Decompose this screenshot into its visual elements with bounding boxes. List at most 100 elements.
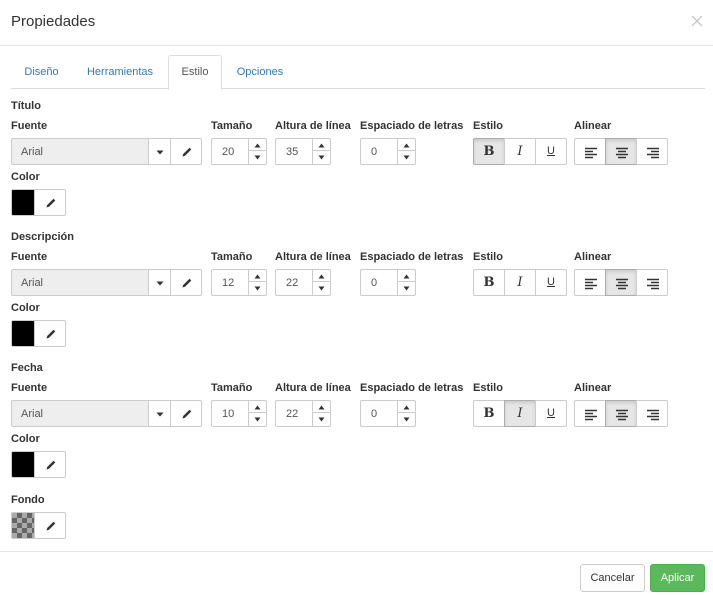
estilo-label: Estilo (473, 251, 503, 263)
section-1: Descripción Fuente Tamaño Altura de líne… (0, 228, 713, 353)
increment-button[interactable] (249, 401, 266, 413)
align-right-button[interactable] (636, 269, 668, 296)
altura-label: Altura de línea (275, 120, 351, 132)
bold-button[interactable]: B (473, 269, 505, 296)
decrement-button[interactable] (249, 282, 266, 295)
italic-button[interactable]: I (504, 400, 536, 427)
increment-button[interactable] (313, 270, 330, 282)
size-stepper-arrows (248, 139, 266, 164)
letter-spacing-stepper-arrows (397, 401, 415, 426)
tamano-label: Tamaño (211, 382, 253, 394)
align-left-button[interactable] (574, 269, 606, 296)
align-buttons (574, 400, 668, 427)
letter-spacing-stepper-arrows (397, 139, 415, 164)
altura-label: Altura de línea (275, 382, 351, 394)
color-edit-button[interactable] (34, 189, 66, 216)
align-right-button[interactable] (636, 400, 668, 427)
bold-button[interactable]: B (473, 400, 505, 427)
size-stepper-value: 12 (222, 277, 235, 289)
align-buttons (574, 138, 668, 165)
size-stepper-arrows (248, 401, 266, 426)
increment-button[interactable] (398, 139, 415, 151)
line-height-stepper-value: 22 (286, 408, 299, 420)
fondo-label: Fondo (11, 494, 45, 506)
section-2: Fecha Fuente Tamaño Altura de línea Espa… (0, 359, 713, 484)
increment-button[interactable] (398, 270, 415, 282)
increment-button[interactable] (249, 270, 266, 282)
increment-button[interactable] (313, 401, 330, 413)
color-label: Color (11, 302, 40, 314)
decrement-button[interactable] (313, 413, 330, 426)
tab-diseno[interactable]: Diseño (11, 55, 72, 89)
color-edit-button[interactable] (34, 320, 66, 347)
tab-opciones[interactable]: Opciones (226, 55, 294, 89)
section-title: Descripción (11, 231, 74, 243)
color-swatch[interactable] (11, 320, 35, 347)
decrement-button[interactable] (313, 282, 330, 295)
align-buttons (574, 269, 668, 296)
line-height-stepper[interactable]: 22 (275, 400, 331, 427)
underline-button[interactable]: U (535, 138, 567, 165)
increment-button[interactable] (249, 139, 266, 151)
background-swatch[interactable] (11, 512, 35, 539)
fuente-label: Fuente (11, 251, 48, 263)
letter-spacing-stepper[interactable]: 0 (360, 400, 416, 427)
increment-button[interactable] (313, 139, 330, 151)
size-stepper[interactable]: 10 (211, 400, 267, 427)
underline-button[interactable]: U (535, 400, 567, 427)
tamano-label: Tamaño (211, 120, 253, 132)
italic-button[interactable]: I (504, 138, 536, 165)
align-left-button[interactable] (574, 400, 606, 427)
letter-spacing-stepper-value: 0 (371, 408, 378, 420)
line-height-stepper[interactable]: 35 (275, 138, 331, 165)
estilo-label: Estilo (473, 120, 503, 132)
section-0: Título Fuente Tamaño Altura de línea Esp… (0, 97, 713, 222)
style-buttons: B I U (473, 269, 567, 296)
color-swatch[interactable] (11, 189, 35, 216)
line-height-stepper-value: 35 (286, 146, 299, 158)
close-icon[interactable] (689, 13, 705, 29)
altura-label: Altura de línea (275, 251, 351, 263)
size-stepper-arrows (248, 270, 266, 295)
decrement-button[interactable] (398, 151, 415, 164)
size-stepper-value: 20 (222, 146, 235, 158)
cancel-button[interactable]: Cancelar (580, 564, 645, 592)
letter-spacing-stepper[interactable]: 0 (360, 138, 416, 165)
letter-spacing-stepper[interactable]: 0 (360, 269, 416, 296)
size-stepper[interactable]: 20 (211, 138, 267, 165)
espaciado-label: Espaciado de letras (360, 382, 464, 394)
line-height-stepper[interactable]: 22 (275, 269, 331, 296)
underline-button[interactable]: U (535, 269, 567, 296)
decrement-button[interactable] (249, 151, 266, 164)
size-stepper[interactable]: 12 (211, 269, 267, 296)
style-buttons: B I U (473, 138, 567, 165)
align-center-button[interactable] (605, 138, 637, 165)
decrement-button[interactable] (398, 282, 415, 295)
estilo-label: Estilo (473, 382, 503, 394)
background-edit-button[interactable] (34, 512, 66, 539)
color-edit-button[interactable] (34, 451, 66, 478)
italic-button[interactable]: I (504, 269, 536, 296)
decrement-button[interactable] (398, 413, 415, 426)
align-center-button[interactable] (605, 400, 637, 427)
espaciado-label: Espaciado de letras (360, 120, 464, 132)
tab-estilo[interactable]: Estilo (168, 55, 222, 90)
align-right-button[interactable] (636, 138, 668, 165)
apply-button[interactable]: Aplicar (650, 564, 705, 592)
align-center-button[interactable] (605, 269, 637, 296)
section-title: Fecha (11, 362, 43, 374)
color-label: Color (11, 433, 40, 445)
line-height-stepper-value: 22 (286, 277, 299, 289)
tab-herramientas[interactable]: Herramientas (76, 55, 164, 89)
line-height-stepper-arrows (312, 139, 330, 164)
align-left-button[interactable] (574, 138, 606, 165)
increment-button[interactable] (398, 401, 415, 413)
tab-bar: Diseño Herramientas Estilo Opciones (11, 55, 705, 90)
decrement-button[interactable] (249, 413, 266, 426)
letter-spacing-stepper-value: 0 (371, 146, 378, 158)
style-buttons: B I U (473, 400, 567, 427)
decrement-button[interactable] (313, 151, 330, 164)
size-stepper-value: 10 (222, 408, 235, 420)
bold-button[interactable]: B (473, 138, 505, 165)
color-swatch[interactable] (11, 451, 35, 478)
